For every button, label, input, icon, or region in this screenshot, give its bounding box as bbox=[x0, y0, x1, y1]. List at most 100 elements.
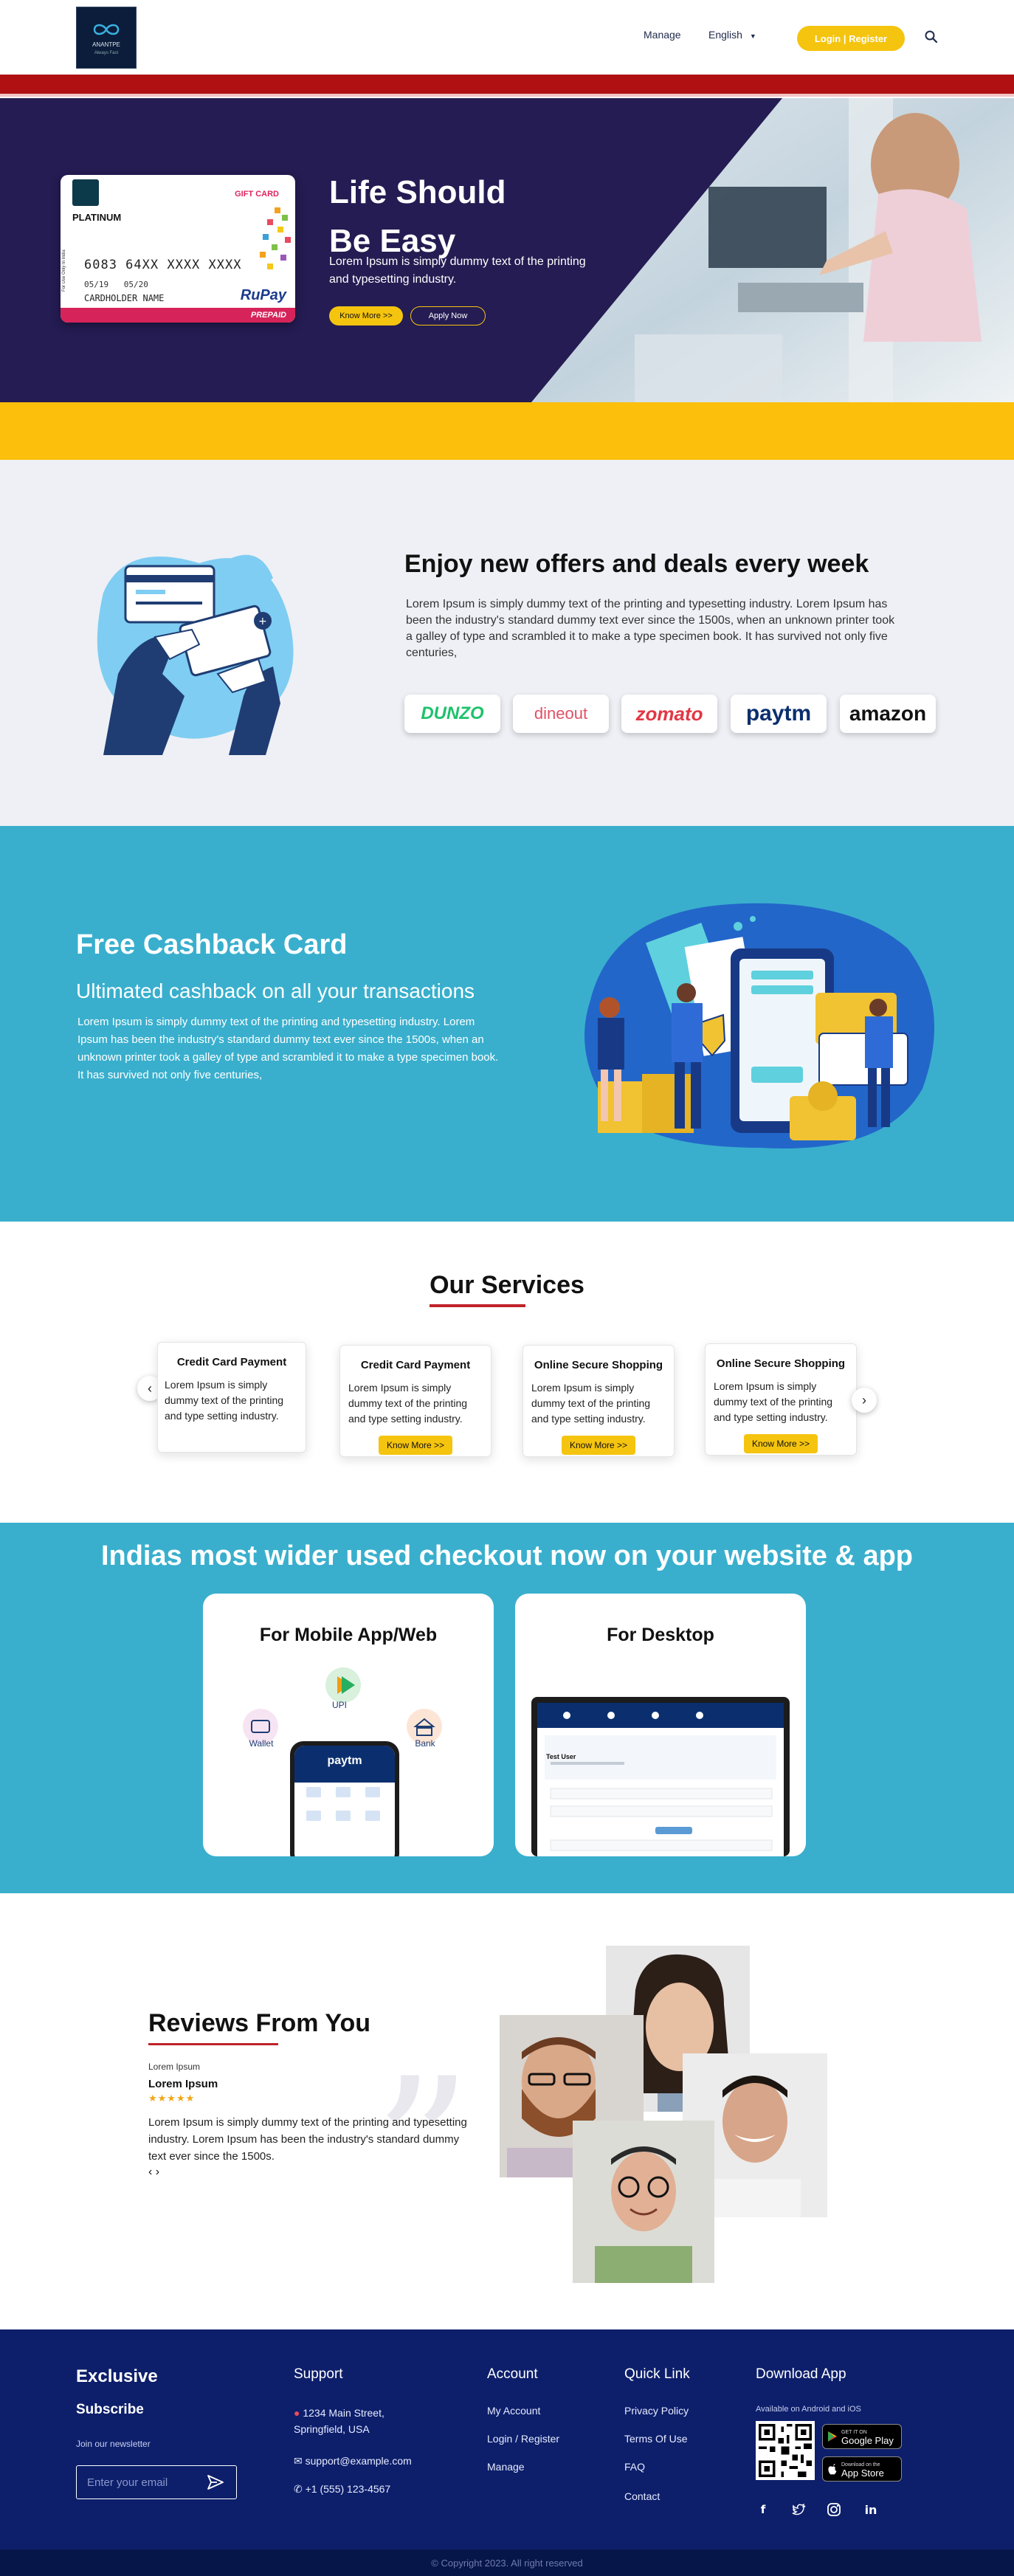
google-play-icon bbox=[828, 2431, 837, 2442]
know-more-button[interactable]: Know More >> bbox=[379, 1436, 452, 1455]
footer-link-manage[interactable]: Manage bbox=[487, 2461, 525, 2473]
gift-card: PLATINUM GIFT CARD 6083 64XX XXXX XXXX 0… bbox=[61, 175, 295, 323]
footer-link-login[interactable]: Login / Register bbox=[487, 2433, 559, 2445]
desktop-screen-heading: Test User bbox=[546, 1753, 576, 1760]
reviews-title: Reviews From You bbox=[148, 2009, 371, 2037]
app-store-button[interactable]: Download on the App Store bbox=[822, 2456, 902, 2482]
footer-link-privacy[interactable]: Privacy Policy bbox=[624, 2405, 689, 2417]
app-store-large: App Store bbox=[841, 2467, 884, 2479]
address-line2: Springfield, USA bbox=[294, 2423, 370, 2435]
service-card-title: Online Secure Shopping bbox=[534, 1359, 663, 1371]
offers-title: Enjoy new offers and deals every week bbox=[404, 550, 869, 578]
support-address: ● 1234 Main Street, Springfield, USA bbox=[294, 2405, 384, 2437]
support-phone[interactable]: ✆ +1 (555) 123-4567 bbox=[294, 2483, 390, 2496]
login-register-button[interactable]: Login | Register bbox=[797, 26, 905, 51]
site-footer: Exclusive Subscribe Join our newsletter … bbox=[0, 2329, 1014, 2576]
desktop-checkout-illustration bbox=[531, 1697, 790, 1856]
mail-icon: ✉ bbox=[294, 2455, 303, 2467]
send-icon[interactable] bbox=[207, 2474, 224, 2490]
upi-label: UPI bbox=[331, 1700, 347, 1710]
service-card[interactable]: Online Secure Shopping Lorem Ipsum is si… bbox=[705, 1343, 857, 1456]
know-more-button[interactable]: Know More >> bbox=[562, 1436, 635, 1455]
service-card-desc: Lorem Ipsum is simply dummy text of the … bbox=[165, 1379, 284, 1422]
search-icon[interactable] bbox=[924, 30, 939, 44]
title-underline bbox=[148, 2043, 278, 2045]
footer-link-terms[interactable]: Terms Of Use bbox=[624, 2433, 688, 2445]
card-network: RuPay bbox=[240, 287, 286, 303]
linkedin-icon[interactable]: in bbox=[863, 2502, 878, 2517]
cashback-subtitle: Ultimated cashback on all your transacti… bbox=[76, 979, 475, 1002]
card-side-text: For Use Only In India bbox=[62, 218, 69, 292]
hero-banner: PLATINUM GIFT CARD 6083 64XX XXXX XXXX 0… bbox=[0, 98, 1014, 402]
facebook-icon[interactable]: f bbox=[756, 2502, 770, 2517]
yellow-band bbox=[0, 402, 1014, 460]
svg-text:+: + bbox=[258, 616, 267, 627]
divider-line bbox=[0, 94, 1014, 97]
support-email[interactable]: ✉ support@example.com bbox=[294, 2455, 412, 2467]
service-card[interactable]: Online Secure Shopping Lorem Ipsum is si… bbox=[522, 1345, 675, 1457]
card-valid-from: 05/19 bbox=[84, 280, 109, 289]
services-title: Our Services bbox=[430, 1271, 584, 1299]
know-more-button[interactable]: Know More >> bbox=[329, 306, 403, 326]
download-subtitle: Available on Android and iOS bbox=[756, 2405, 861, 2414]
infinity-logo-icon bbox=[93, 24, 120, 35]
card-tier: PLATINUM bbox=[72, 212, 122, 223]
service-card-title: Credit Card Payment bbox=[176, 1356, 287, 1368]
card-side-label: For Use Only In India bbox=[62, 249, 66, 292]
footer-brand: Exclusive bbox=[76, 2366, 158, 2386]
wallet-label: Wallet bbox=[249, 1738, 274, 1749]
hero-title-line1: Life Should bbox=[329, 174, 506, 210]
location-pin-icon: ● bbox=[294, 2407, 300, 2419]
service-card[interactable]: Credit Card Payment Lorem Ipsum is simpl… bbox=[339, 1345, 492, 1457]
footer-copyright: © Copyright 2023. All right reserved bbox=[0, 2549, 1014, 2576]
caret-down-icon: ▼ bbox=[749, 32, 756, 40]
card-valid-thru: 05/20 bbox=[123, 280, 148, 289]
footer-quick-heading: Quick Link bbox=[624, 2366, 690, 2382]
twitter-icon[interactable] bbox=[792, 2502, 807, 2517]
review-nav-arrows[interactable]: ‹ › bbox=[148, 2166, 159, 2179]
service-card-desc: Lorem Ipsum is simply dummy text of the … bbox=[348, 1382, 468, 1425]
language-dropdown[interactable]: English ▼ bbox=[708, 29, 756, 41]
checkout-title: Indias most wider used checkout now on y… bbox=[100, 1540, 914, 1571]
footer-link-my-account[interactable]: My Account bbox=[487, 2405, 540, 2417]
google-play-text: GET IT ON Google Play bbox=[841, 2428, 894, 2445]
footer-download-heading: Download App bbox=[756, 2366, 846, 2382]
card-number: 6083 64XX XXXX XXXX bbox=[84, 258, 242, 272]
apply-now-button[interactable]: Apply Now bbox=[410, 306, 486, 326]
bank-logo-icon bbox=[72, 179, 99, 206]
brand-dineout-logo[interactable]: dineout bbox=[513, 695, 609, 733]
app-store-text: Download on the App Store bbox=[841, 2461, 884, 2479]
support-email-text: support@example.com bbox=[305, 2455, 412, 2467]
language-label: English bbox=[708, 29, 742, 41]
brand-paytm-logo[interactable]: paytm bbox=[731, 695, 827, 733]
logo[interactable]: ANANTPE Always Fast bbox=[76, 7, 137, 69]
google-play-large: Google Play bbox=[841, 2435, 894, 2446]
address-line1: 1234 Main Street, bbox=[303, 2407, 384, 2419]
google-play-button[interactable]: GET IT ON Google Play bbox=[822, 2424, 902, 2449]
service-card[interactable]: Credit Card Payment Lorem Ipsum is simpl… bbox=[157, 1342, 306, 1453]
title-underline bbox=[430, 1304, 525, 1307]
support-phone-text: +1 (555) 123-4567 bbox=[305, 2483, 391, 2495]
reviewer-name: Lorem Ipsum bbox=[148, 2078, 218, 2090]
qr-code-icon[interactable] bbox=[756, 2421, 815, 2480]
logo-text: ANANTPE bbox=[92, 41, 120, 48]
red-divider-bar bbox=[0, 75, 1014, 94]
brand-dunzo-logo[interactable]: DUNZO bbox=[404, 695, 500, 733]
card-dates: 05/19 05/20 bbox=[84, 280, 148, 289]
brand-zomato-logo[interactable]: zomato bbox=[621, 695, 717, 733]
cashback-illustration bbox=[584, 903, 934, 1148]
reviewer-photo-glasses-man[interactable] bbox=[573, 2121, 714, 2283]
phone-icon: ✆ bbox=[294, 2483, 303, 2495]
carousel-next-button[interactable]: › bbox=[852, 1388, 877, 1413]
footer-link-faq[interactable]: FAQ bbox=[624, 2461, 645, 2473]
cashback-description: Lorem Ipsum is simply dummy text of the … bbox=[77, 1016, 499, 1081]
logo-tagline: Always Fast bbox=[94, 50, 119, 55]
know-more-button[interactable]: Know More >> bbox=[744, 1434, 818, 1453]
service-card-desc: Lorem Ipsum is simply dummy text of the … bbox=[714, 1380, 833, 1423]
instagram-icon[interactable] bbox=[827, 2502, 841, 2517]
nav-manage[interactable]: Manage bbox=[644, 29, 681, 41]
service-card-desc: Lorem Ipsum is simply dummy text of the … bbox=[531, 1382, 651, 1425]
bank-label: Bank bbox=[415, 1738, 435, 1749]
brand-amazon-logo[interactable]: amazon bbox=[840, 695, 936, 733]
footer-link-contact[interactable]: Contact bbox=[624, 2490, 660, 2502]
